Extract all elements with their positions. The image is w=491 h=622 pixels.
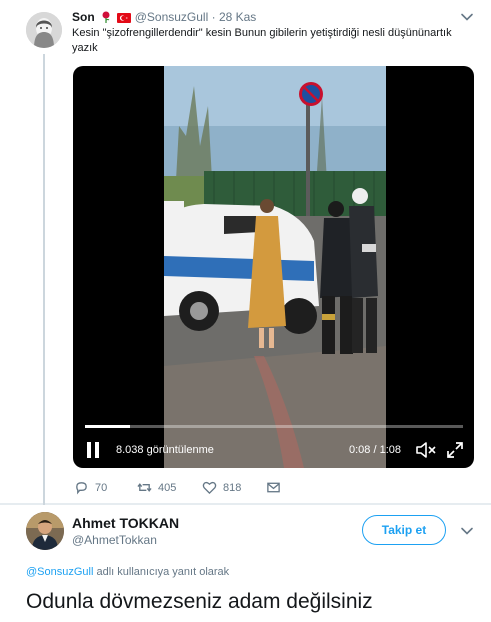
- reply-button[interactable]: 70: [74, 480, 107, 495]
- message-icon: [267, 482, 280, 493]
- chevron-down-icon[interactable]: [460, 10, 474, 24]
- tweet-header: Son @SonsuzGull · 28 Kas: [72, 9, 256, 27]
- retweet-icon: [137, 483, 152, 492]
- tweet-date[interactable]: 28 Kas: [219, 10, 256, 24]
- user-handle[interactable]: @AhmetTokkan: [72, 533, 157, 547]
- volume-icon[interactable]: [415, 440, 437, 460]
- avatar[interactable]: [26, 12, 62, 48]
- tweet-card[interactable]: Son @SonsuzGull · 28 Kas Kesin "şizofren…: [0, 0, 491, 506]
- tweet-text: Odunla dövmezseniz adam değilsiniz: [26, 590, 373, 613]
- reply-mention-link[interactable]: @SonsuzGull: [26, 566, 93, 578]
- video-frame: [164, 66, 386, 468]
- like-button[interactable]: 818: [202, 480, 241, 495]
- user-handle[interactable]: @SonsuzGull: [135, 10, 209, 24]
- retweet-count: 405: [158, 481, 177, 494]
- turkey-flag-emoji: [117, 11, 132, 27]
- display-name[interactable]: Son: [72, 10, 95, 24]
- replying-to-label: adlı kullanıcıya yanıt olarak: [93, 566, 230, 578]
- tweet-text: Kesin "şizofrengillerdendir" kesin Bunun…: [72, 27, 452, 54]
- fullscreen-icon[interactable]: [446, 441, 464, 459]
- reply-tweet-card[interactable]: Ahmet TOKKAN @AhmetTokkan Takip et @Sons…: [0, 505, 491, 622]
- display-name[interactable]: Ahmet TOKKAN: [72, 515, 179, 531]
- thread-connector: [43, 54, 45, 506]
- video-player[interactable]: 8.038 görüntülenme 0:08 / 1:08: [73, 66, 474, 468]
- follow-button[interactable]: Takip et: [362, 515, 446, 545]
- view-count: 8.038 görüntülenme: [116, 444, 214, 456]
- retweet-button[interactable]: 405: [137, 480, 176, 495]
- reply-count: 70: [95, 481, 108, 494]
- message-button[interactable]: [266, 480, 281, 495]
- like-count: 818: [223, 481, 242, 494]
- video-time: 0:08 / 1:08: [349, 444, 401, 456]
- chevron-down-icon[interactable]: [460, 524, 474, 538]
- video-progress-bar[interactable]: [85, 425, 463, 428]
- avatar[interactable]: [26, 512, 64, 550]
- replying-to: @SonsuzGull adlı kullanıcıya yanıt olara…: [26, 566, 229, 578]
- rose-emoji: [101, 11, 111, 27]
- like-icon: [202, 481, 217, 495]
- video-progress-fill: [85, 425, 131, 428]
- pause-icon[interactable]: [85, 440, 101, 460]
- reply-icon: [76, 482, 87, 495]
- separator-dot: ·: [211, 10, 216, 24]
